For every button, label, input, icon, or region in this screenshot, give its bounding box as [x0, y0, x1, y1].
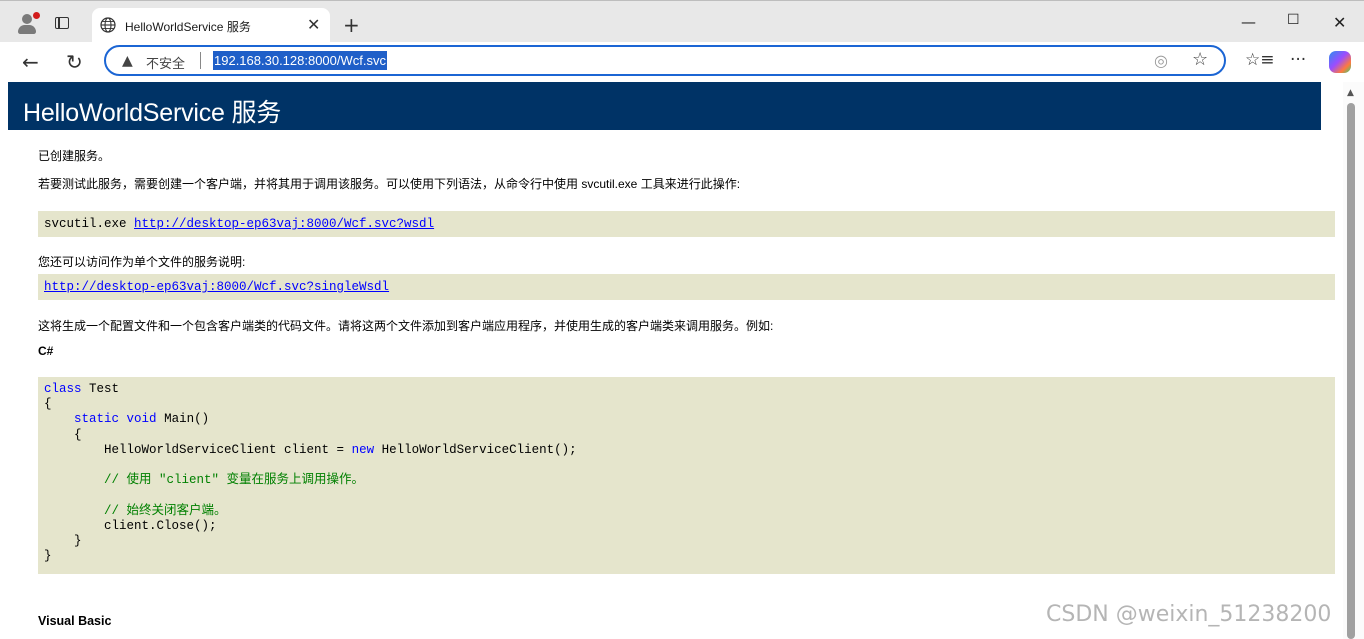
single-file-text: 您还可以访问作为单个文件的服务说明:: [38, 255, 246, 269]
warning-icon[interactable]: ▲: [122, 53, 133, 69]
csharp-code: class Test { static void Main() { HelloW…: [44, 382, 577, 564]
svcutil-command: svcutil.exe: [44, 217, 135, 231]
watermark: CSDN @weixin_51238200: [1046, 602, 1332, 627]
instructions-text: 若要测试此服务，需要创建一个客户端，并将其用于调用该服务。可以使用下列语法，从命…: [38, 177, 741, 191]
scroll-up-icon[interactable]: ▲: [1347, 88, 1354, 98]
close-window-icon[interactable]: ✕: [1333, 13, 1346, 32]
title-bar: HelloWorldService 服务 ✕ + — ☐ ✕: [0, 0, 1364, 43]
minimize-icon[interactable]: —: [1241, 13, 1256, 31]
tab-actions-icon[interactable]: [55, 17, 69, 29]
svcutil-codebox: svcutil.exe http://desktop-ep63vaj:8000/…: [38, 211, 1335, 237]
single-wsdl-link[interactable]: http://desktop-ep63vaj:8000/Wcf.svc?sing…: [44, 280, 389, 294]
favorites-icon[interactable]: ☆≡: [1245, 50, 1274, 70]
tab-close-icon[interactable]: ✕: [307, 15, 320, 34]
globe-icon: [100, 17, 116, 33]
page-banner: HelloWorldService 服务: [8, 82, 1321, 130]
generate-text: 这将生成一个配置文件和一个包含客户端类的代码文件。请将这两个文件添加到客户端应用…: [38, 319, 774, 333]
profile-icon[interactable]: [16, 11, 41, 35]
app-available-icon[interactable]: ◎: [1154, 51, 1168, 70]
insecure-label[interactable]: 不安全: [146, 53, 185, 72]
more-icon[interactable]: ···: [1290, 50, 1306, 70]
service-created-text: 已创建服务。: [38, 149, 111, 163]
maximize-icon[interactable]: ☐: [1287, 12, 1300, 28]
address-separator: [200, 52, 201, 69]
notification-dot: [32, 11, 41, 20]
csharp-label: C#: [38, 344, 54, 358]
page-title: HelloWorldService 服务: [23, 99, 282, 127]
new-tab-icon[interactable]: +: [343, 13, 360, 37]
address-bar[interactable]: ▲ 不安全 192.168.30.128:8000/Wcf.svc ◎ ☆: [104, 45, 1226, 76]
tab-active[interactable]: HelloWorldService 服务 ✕: [92, 8, 330, 43]
refresh-icon[interactable]: ↻: [66, 50, 83, 74]
vb-label: Visual Basic: [38, 614, 112, 628]
csharp-codebox: class Test { static void Main() { HelloW…: [38, 377, 1335, 574]
back-icon[interactable]: ←: [22, 50, 39, 74]
url-text[interactable]: 192.168.30.128:8000/Wcf.svc: [213, 51, 388, 70]
tab-title: HelloWorldService 服务: [125, 20, 251, 34]
single-wsdl-codebox: http://desktop-ep63vaj:8000/Wcf.svc?sing…: [38, 274, 1335, 300]
copilot-icon[interactable]: [1329, 51, 1351, 73]
favorite-star-icon[interactable]: ☆: [1192, 49, 1208, 70]
toolbar: ← ↻ ▲ 不安全 192.168.30.128:8000/Wcf.svc ◎ …: [0, 42, 1364, 82]
wsdl-link[interactable]: http://desktop-ep63vaj:8000/Wcf.svc?wsdl: [134, 217, 434, 231]
scrollbar-thumb[interactable]: [1347, 103, 1355, 639]
